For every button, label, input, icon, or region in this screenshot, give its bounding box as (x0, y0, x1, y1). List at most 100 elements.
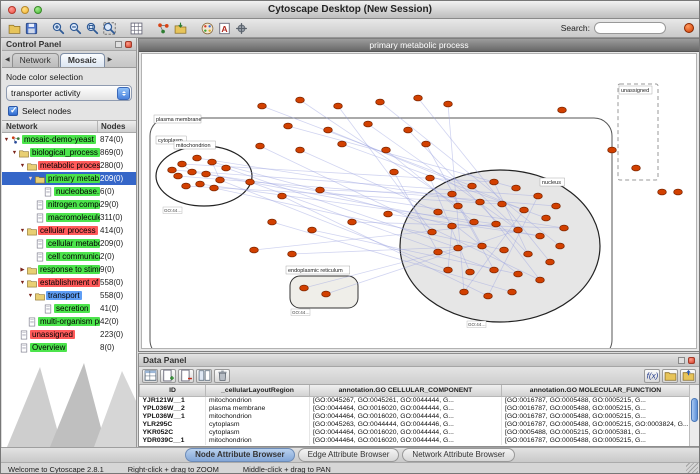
save-session-icon[interactable] (23, 20, 39, 36)
import-attributes-icon[interactable] (662, 369, 678, 383)
graph-node[interactable] (174, 173, 183, 179)
graph-node[interactable] (608, 147, 617, 153)
column-header-1[interactable]: _cellularLayoutRegion (206, 385, 310, 396)
table-row[interactable]: YLR295Ccytoplasm[GO:0045263, GO:0044444,… (140, 421, 690, 429)
expander-open-icon[interactable]: ▼ (2, 137, 11, 143)
network-view-title[interactable]: primary metabolic process (139, 39, 699, 52)
expander-open-icon[interactable]: ▼ (18, 228, 27, 234)
graph-node[interactable] (376, 99, 385, 105)
table-row[interactable]: YPL036W__1mitochondrion[GO:0044464, GO:0… (140, 413, 690, 421)
import-network-icon[interactable] (172, 20, 188, 36)
tree-row[interactable]: cellular metabo...209(0) (2, 237, 136, 250)
attribute-table[interactable]: ID_cellularLayoutRegionannotation.GO CEL… (139, 385, 690, 445)
graph-node[interactable] (490, 267, 499, 273)
graph-node[interactable] (500, 247, 509, 253)
graph-node[interactable] (444, 267, 453, 273)
expander-closed-icon[interactable]: ▶ (18, 267, 27, 273)
graph-node[interactable] (454, 203, 463, 209)
graph-node[interactable] (560, 225, 569, 231)
graph-node[interactable] (414, 95, 423, 101)
graph-node[interactable] (288, 251, 297, 257)
graph-node[interactable] (382, 147, 391, 153)
graph-node[interactable] (524, 251, 533, 257)
graph-node[interactable] (498, 201, 507, 207)
column-header-2[interactable]: annotation.GO CELLULAR_COMPONENT (310, 385, 502, 396)
show-all-icon[interactable] (128, 20, 144, 36)
column-header-0[interactable]: ID (140, 385, 206, 396)
graph-node[interactable] (552, 203, 561, 209)
graph-node[interactable] (404, 127, 413, 133)
graph-node[interactable] (210, 185, 219, 191)
tab-edge-attribute-browser[interactable]: Edge Attribute Browser (298, 448, 400, 462)
function-builder-icon[interactable]: f(x) (644, 369, 660, 383)
graph-node[interactable] (284, 123, 293, 129)
select-attributes-icon[interactable] (142, 369, 158, 383)
graph-node[interactable] (216, 177, 225, 183)
graph-node[interactable] (428, 229, 437, 235)
graph-node[interactable] (434, 249, 443, 255)
resize-grip[interactable] (686, 463, 698, 474)
graph-node[interactable] (478, 243, 487, 249)
tab-network-attribute-browser[interactable]: Network Attribute Browser (402, 448, 514, 462)
expander-open-icon[interactable]: ▼ (26, 293, 35, 299)
network-canvas[interactable]: plasma membranecytoplasmmitochondrionnuc… (141, 53, 697, 349)
graph-node[interactable] (338, 141, 347, 147)
expander-open-icon[interactable]: ▼ (26, 176, 35, 182)
tree-row[interactable]: ▼cellular process414(0) (2, 224, 136, 237)
delete-attribute-icon[interactable] (178, 369, 194, 383)
annotation-icon[interactable]: A (216, 20, 232, 36)
close-panel-icon[interactable] (125, 41, 132, 48)
graph-node[interactable] (476, 199, 485, 205)
zoom-fit-icon[interactable] (101, 20, 117, 36)
zoom-out-icon[interactable] (67, 20, 83, 36)
graph-node[interactable] (182, 183, 191, 189)
tab-scroll-right-icon[interactable]: ▶ (106, 54, 115, 67)
node-color-dropdown[interactable]: transporter activity (6, 85, 132, 101)
expander-open-icon[interactable]: ▼ (18, 280, 27, 286)
network-graph[interactable]: plasma membranecytoplasmmitochondrionnuc… (142, 54, 697, 349)
graph-node[interactable] (256, 143, 265, 149)
tab-mosaic[interactable]: Mosaic (60, 53, 105, 67)
graph-node[interactable] (514, 271, 523, 277)
graph-node[interactable] (454, 245, 463, 251)
graph-node[interactable] (514, 227, 523, 233)
tree-row[interactable]: ▼transport558(0) (2, 289, 136, 302)
graph-node[interactable] (250, 247, 259, 253)
float-data-panel-icon[interactable] (678, 357, 685, 364)
column-header-3[interactable]: annotation.GO MOLECULAR_FUNCTION (502, 385, 690, 396)
graph-node[interactable] (222, 165, 231, 171)
table-row[interactable]: YJR121W__1mitochondrion[GO:0045267, GO:0… (140, 396, 690, 405)
graph-node[interactable] (322, 291, 331, 297)
graph-node[interactable] (348, 219, 357, 225)
tab-node-attribute-browser[interactable]: Node Attribute Browser (185, 448, 295, 462)
zoom-in-icon[interactable] (50, 20, 66, 36)
graph-node[interactable] (508, 289, 517, 295)
tree-row[interactable]: nucleobase...6(0) (2, 185, 136, 198)
graph-node[interactable] (632, 165, 641, 171)
graph-node[interactable] (308, 227, 317, 233)
graph-node[interactable] (490, 179, 499, 185)
scrollbar-thumb[interactable] (691, 398, 698, 422)
graph-node[interactable] (300, 285, 309, 291)
graph-node[interactable] (316, 187, 325, 193)
trash-icon[interactable] (214, 369, 230, 383)
graph-node[interactable] (202, 171, 211, 177)
table-row[interactable]: YPL036W__2plasma membrane[GO:0044464, GO… (140, 405, 690, 413)
graph-node[interactable] (246, 179, 255, 185)
graph-node[interactable] (178, 161, 187, 167)
graph-node[interactable] (484, 293, 493, 299)
alert-icon[interactable] (684, 23, 694, 33)
graph-node[interactable] (448, 223, 457, 229)
graph-node[interactable] (460, 289, 469, 295)
graph-node[interactable] (278, 193, 287, 199)
graph-node[interactable] (470, 219, 479, 225)
expander-open-icon[interactable]: ▼ (10, 150, 19, 156)
zoom-selected-icon[interactable] (84, 20, 100, 36)
open-session-icon[interactable] (6, 20, 22, 36)
create-network-icon[interactable] (155, 20, 171, 36)
tree-row[interactable]: ▼mosaic-demo-yeast874(0) (2, 133, 136, 146)
graph-node[interactable] (534, 193, 543, 199)
tree-row[interactable]: cell communica...2(0) (2, 250, 136, 263)
export-attributes-icon[interactable] (680, 369, 696, 383)
tree-row[interactable]: secretion41(0) (2, 302, 136, 315)
